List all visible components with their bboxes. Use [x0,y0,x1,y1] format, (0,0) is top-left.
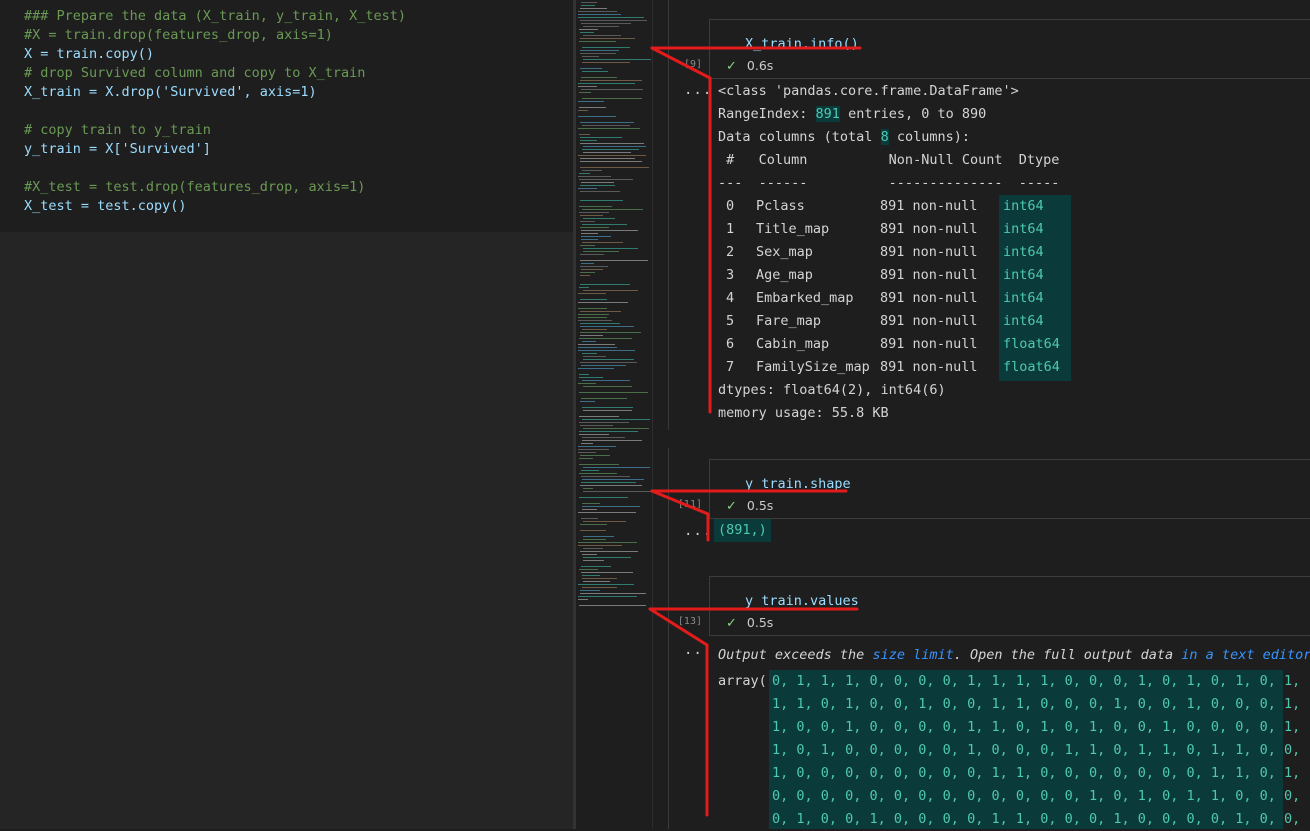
annotation-connector-1 [650,46,712,80]
red-annotation-lines [648,46,862,817]
annotation-connector-3 [648,607,709,647]
annotation-connector-2 [650,489,710,516]
